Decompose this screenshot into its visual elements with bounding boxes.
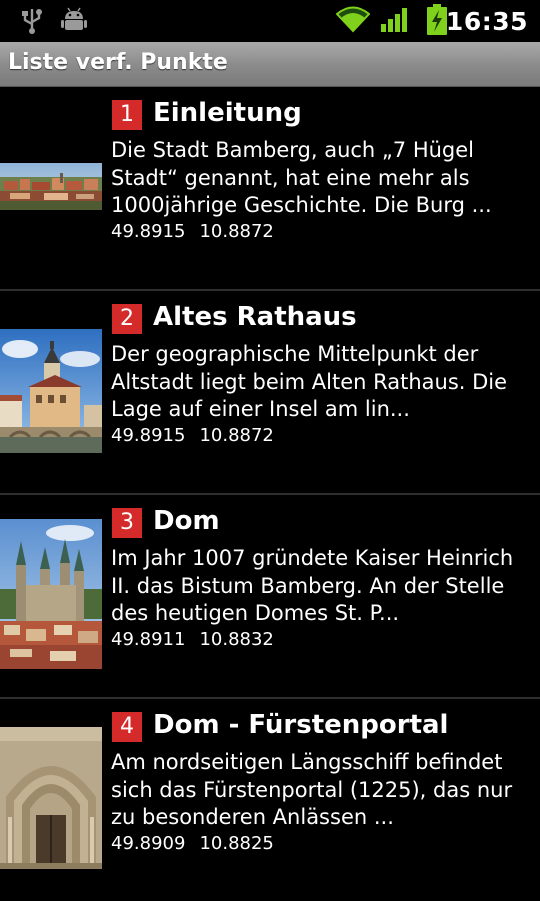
princes-portal-image <box>0 727 102 869</box>
wifi-icon <box>335 5 371 37</box>
list-item[interactable]: 2 Altes Rathaus Der geographische Mittel… <box>0 291 540 495</box>
longitude: 10.8872 <box>199 425 274 446</box>
battery-charging-icon <box>426 4 448 40</box>
list-item[interactable]: 1 Einleitung Die Stadt Bamberg, auch „7 … <box>0 87 540 291</box>
list-item[interactable]: 3 Dom Im Jahr 1007 gründete Kaiser Heinr… <box>0 495 540 699</box>
point-list: 1 Einleitung Die Stadt Bamberg, auch „7 … <box>0 87 540 901</box>
clock: 16:35 <box>445 7 528 36</box>
bamberg-panorama-image <box>0 163 102 210</box>
latitude: 49.8915 <box>111 221 186 242</box>
item-number-badge: 1 <box>112 100 142 130</box>
item-coordinates: 49.8909 10.8825 <box>111 833 274 854</box>
item-coordinates: 49.8915 10.8872 <box>111 221 274 242</box>
item-coordinates: 49.8915 10.8872 <box>111 425 274 446</box>
latitude: 49.8911 <box>111 629 186 650</box>
title-bar: Liste verf. Punkte <box>0 42 540 87</box>
longitude: 10.8825 <box>199 833 274 854</box>
item-description: Der geographische Mittelpunkt der Altsta… <box>111 342 508 421</box>
old-town-hall-image <box>0 329 102 453</box>
item-number-badge: 3 <box>112 508 142 538</box>
item-description: Am nordseitigen Längsschiff befindet sic… <box>111 750 513 829</box>
latitude: 49.8915 <box>111 425 186 446</box>
list-item[interactable]: 4 Dom - Fürstenportal Am nordseitigen Lä… <box>0 699 540 901</box>
android-debug-icon <box>60 6 88 38</box>
cathedral-image <box>0 519 102 669</box>
item-coordinates: 49.8911 10.8832 <box>111 629 274 650</box>
longitude: 10.8832 <box>199 629 274 650</box>
status-bar: 16:35 <box>0 0 540 42</box>
signal-icon <box>380 7 410 37</box>
item-number-badge: 2 <box>112 304 142 334</box>
item-description: Die Stadt Bamberg, auch „7 Hügel Stadt“ … <box>111 138 492 217</box>
latitude: 49.8909 <box>111 833 186 854</box>
longitude: 10.8872 <box>199 221 274 242</box>
item-title: Altes Rathaus <box>153 302 357 332</box>
item-title: Dom <box>153 506 220 536</box>
item-description: Im Jahr 1007 gründete Kaiser Heinrich II… <box>111 546 514 625</box>
item-title: Dom - Fürstenportal <box>153 710 449 740</box>
item-title: Einleitung <box>153 98 302 128</box>
usb-icon <box>20 6 44 38</box>
page-title: Liste verf. Punkte <box>8 50 228 75</box>
item-number-badge: 4 <box>112 712 142 742</box>
